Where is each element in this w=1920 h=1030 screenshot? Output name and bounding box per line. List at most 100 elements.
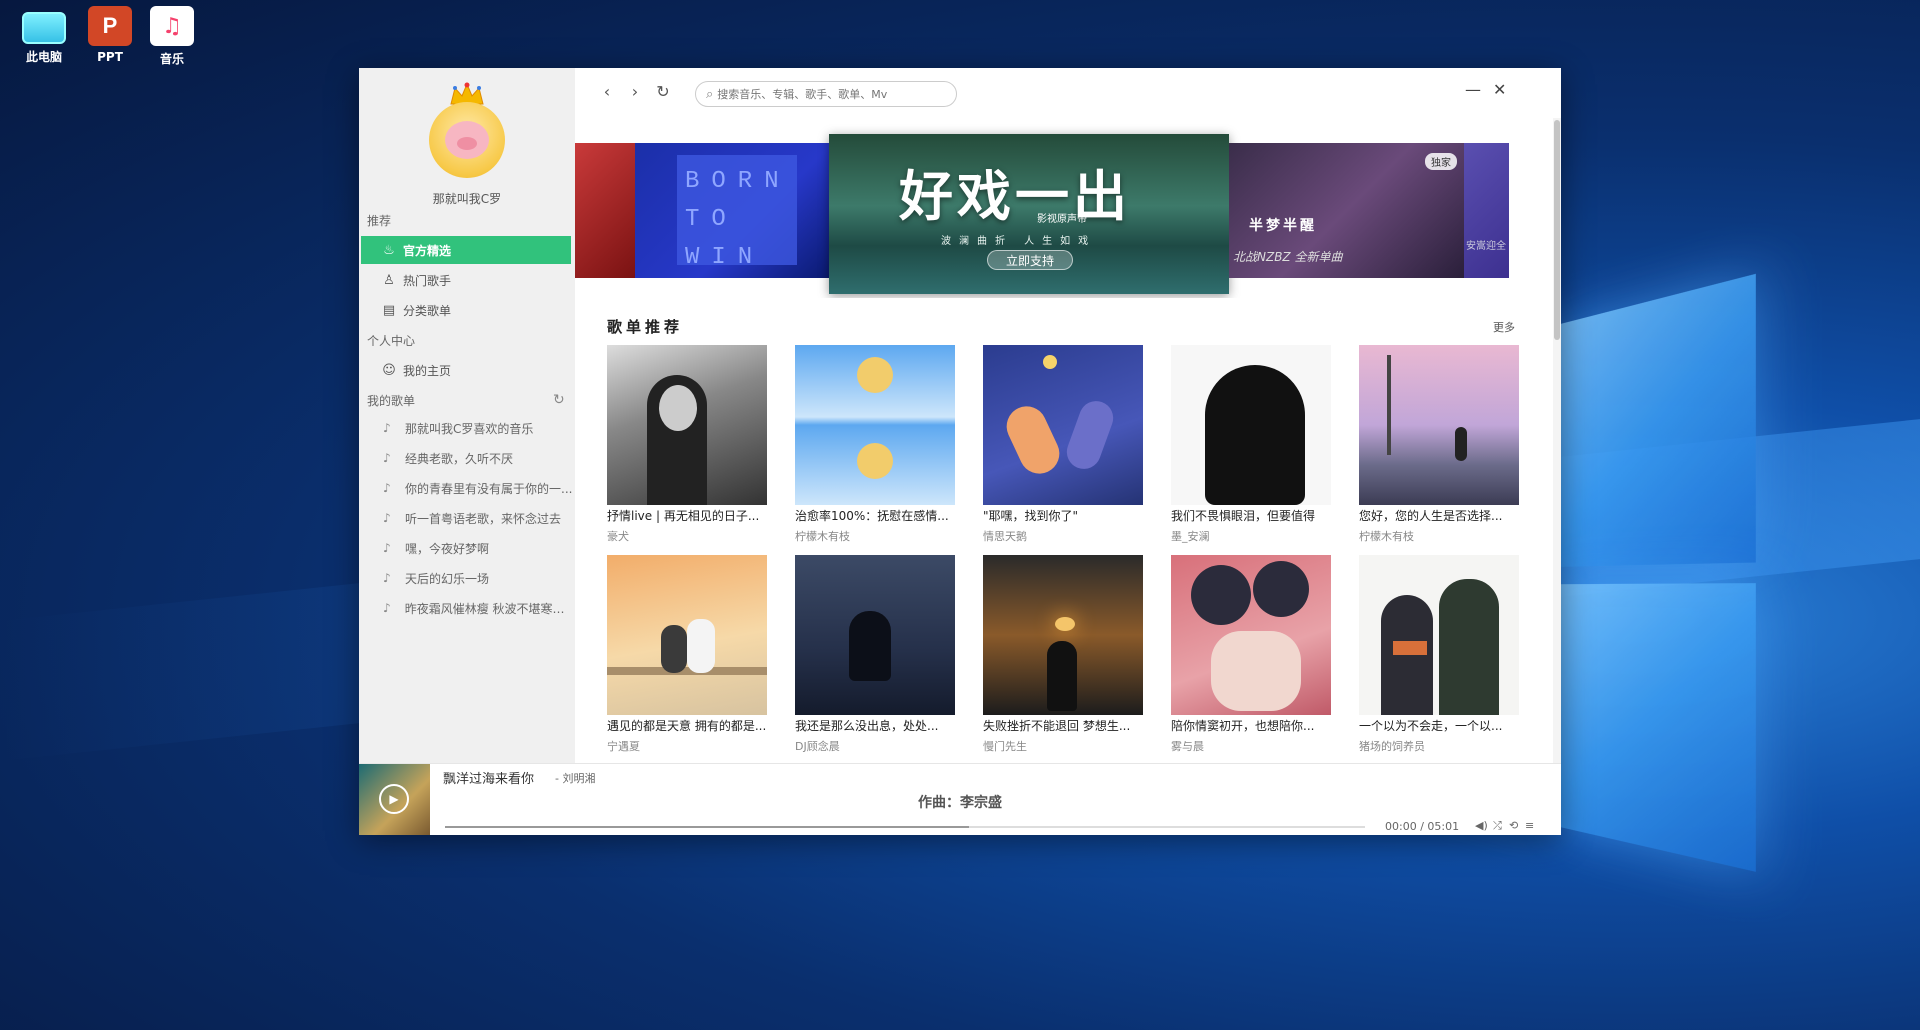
banner-slide[interactable]: 安嵩迎全: [1464, 143, 1509, 278]
playlist-cover[interactable]: [1171, 555, 1331, 715]
playlist-cover[interactable]: [983, 555, 1143, 715]
banner-carousel[interactable]: BORN TO WIN 好戏一出 影视原声带 波澜曲折 人生如戏 立即支持 半梦…: [575, 118, 1545, 298]
playlist-author[interactable]: 慢门先生: [983, 738, 1143, 754]
playlist-card[interactable]: 治愈率100%：抚慰在感情... 柠檬木有枝: [795, 345, 955, 544]
playlist-queue-button[interactable]: ≡: [1525, 819, 1534, 832]
playlist-card[interactable]: 陪你情窦初开，也想陪你... 雾与晨: [1171, 555, 1331, 754]
back-button[interactable]: ‹: [597, 82, 617, 101]
playlist-card[interactable]: 我还是那么没出息，处处... DJ顾念晨: [795, 555, 955, 754]
playlist-cover[interactable]: [1359, 555, 1519, 715]
chevron-right-icon: ›: [631, 82, 639, 101]
playlist-author[interactable]: 雾与晨: [1171, 738, 1331, 754]
scroll-thumb[interactable]: [1554, 120, 1560, 340]
refresh-playlists-icon[interactable]: ↻: [553, 392, 565, 408]
playlist-cover[interactable]: [607, 555, 767, 715]
music-note-icon: ♪: [383, 481, 391, 495]
playlist-cover[interactable]: [1359, 345, 1519, 505]
user-name[interactable]: 那就叫我C罗: [359, 190, 575, 207]
playlist-title[interactable]: 一个以为不会走，一个以...: [1359, 717, 1519, 734]
music-app-window: 那就叫我C罗 推荐 ♨ 官方精选 ♙ 热门歌手 ▤ 分类歌单 个人中心 ☺ 我的…: [359, 68, 1561, 835]
playlist-title[interactable]: 遇见的都是天意 拥有的都是...: [607, 717, 767, 734]
banner-slide-main[interactable]: 好戏一出 影视原声带 波澜曲折 人生如戏 立即支持: [829, 134, 1229, 294]
forward-button[interactable]: ›: [625, 82, 645, 101]
reload-button[interactable]: ↻: [653, 82, 673, 101]
playlist-title[interactable]: 陪你情窦初开，也想陪你...: [1171, 717, 1331, 734]
music-note-icon: ♪: [383, 541, 391, 555]
playlist-author[interactable]: 情思天鹅: [983, 528, 1143, 544]
now-playing-title[interactable]: 飘洋过海来看你: [443, 768, 534, 787]
playlist-author[interactable]: 宁遇夏: [607, 738, 767, 754]
nav-item-my-homepage[interactable]: ☺ 我的主页: [361, 356, 571, 384]
playlist-author[interactable]: 猪场的饲养员: [1359, 738, 1519, 754]
section-label-my-playlists: 我的歌单: [367, 394, 416, 408]
section-label-recommend: 推荐: [367, 214, 392, 228]
banner-slide[interactable]: [575, 143, 635, 278]
sidebar-playlist-item[interactable]: ♪ 你的青春里有没有属于你的一...: [361, 476, 573, 500]
playlist-title[interactable]: 我们不畏惧眼泪，但要值得: [1171, 507, 1331, 524]
playlist-title[interactable]: 我还是那么没出息，处处...: [795, 717, 955, 734]
playlist-card[interactable]: 失败挫折不能退回 梦想生... 慢门先生: [983, 555, 1143, 754]
desktop-icon-label: PPT: [97, 50, 123, 64]
playlist-cover[interactable]: [795, 345, 955, 505]
scrollbar[interactable]: [1553, 118, 1561, 763]
chevron-left-icon: ‹: [603, 82, 611, 101]
now-playing-artist[interactable]: - 刘明湘: [555, 770, 595, 786]
computer-icon: [22, 12, 66, 44]
exclusive-badge: 独家: [1425, 153, 1457, 170]
list-icon: ≡: [1525, 819, 1535, 832]
playlist-cover[interactable]: [983, 345, 1143, 505]
music-note-icon: ♪: [383, 511, 391, 525]
sidebar-playlist-item[interactable]: ♪ 嘿，今夜好梦啊: [361, 536, 573, 560]
avatar[interactable]: [429, 82, 505, 182]
sidebar-playlist-item[interactable]: ♪ 那就叫我C罗喜欢的音乐: [361, 416, 573, 440]
banner-support-button[interactable]: 立即支持: [987, 250, 1073, 270]
search-box[interactable]: ⌕: [695, 81, 957, 107]
playlist-title[interactable]: 您好，您的人生是否选择...: [1359, 507, 1519, 524]
playlist-title[interactable]: "耶嘿，找到你了": [983, 507, 1143, 524]
banner-tag: 影视原声带: [1037, 214, 1087, 225]
desktop-icon-music[interactable]: ♫ 音乐: [140, 6, 204, 67]
playlist-author[interactable]: 豪犬: [607, 528, 767, 544]
playlist-cover[interactable]: [795, 555, 955, 715]
nav-item-hot-singers[interactable]: ♙ 热门歌手: [361, 266, 571, 294]
playlist-author[interactable]: 墨_安澜: [1171, 528, 1331, 544]
desktop-icon-computer[interactable]: 此电脑: [12, 6, 76, 65]
search-input[interactable]: [717, 87, 938, 101]
music-note-icon: ♪: [383, 601, 391, 615]
banner-slide[interactable]: 半梦半醒 北战NZBZ 全新单曲 独家: [1229, 143, 1464, 278]
playlist-card[interactable]: 抒情live | 再无相见的日子... 豪犬: [607, 345, 767, 544]
sidebar-playlist-item[interactable]: ♪ 天后的幻乐一场: [361, 566, 573, 590]
playlist-title[interactable]: 治愈率100%：抚慰在感情...: [795, 507, 955, 524]
banner-subtitle: 波澜曲折 人生如戏: [941, 236, 1097, 247]
nav-item-label: 官方精选: [403, 243, 452, 258]
playlist-author[interactable]: 柠檬木有枝: [795, 528, 955, 544]
playlist-card[interactable]: 遇见的都是天意 拥有的都是... 宁遇夏: [607, 555, 767, 754]
volume-button[interactable]: ◀): [1475, 819, 1488, 832]
pig-avatar-icon: [445, 121, 489, 159]
nav-item-category-playlists[interactable]: ▤ 分类歌单: [361, 296, 571, 324]
progress-bar[interactable]: [445, 826, 1365, 828]
playlist-author[interactable]: DJ顾念晨: [795, 738, 955, 754]
desktop-icon-ppt[interactable]: P PPT: [78, 6, 142, 64]
nav-item-official-picks[interactable]: ♨ 官方精选: [361, 236, 571, 264]
shuffle-button[interactable]: ⤮: [1493, 819, 1502, 833]
playlist-title[interactable]: 抒情live | 再无相见的日子...: [607, 507, 767, 524]
playlist-title[interactable]: 失败挫折不能退回 梦想生...: [983, 717, 1143, 734]
playlist-card[interactable]: 我们不畏惧眼泪，但要值得 墨_安澜: [1171, 345, 1331, 544]
sidebar-playlist-item[interactable]: ♪ 听一首粤语老歌，来怀念过去: [361, 506, 573, 530]
more-link[interactable]: 更多: [1493, 319, 1515, 335]
nav-item-label: 热门歌手: [403, 273, 452, 288]
minimize-button[interactable]: —: [1465, 80, 1481, 99]
sidebar-playlist-item[interactable]: ♪ 昨夜霜风催林瘦 秋波不堪寒梧冷: [361, 596, 573, 620]
close-button[interactable]: ✕: [1493, 80, 1506, 99]
playlist-card[interactable]: 一个以为不会走，一个以... 猪场的饲养员: [1359, 555, 1519, 754]
playlist-cover[interactable]: [607, 345, 767, 505]
playlist-author[interactable]: 柠檬木有枝: [1359, 528, 1519, 544]
playlist-card[interactable]: 您好，您的人生是否选择... 柠檬木有枝: [1359, 345, 1519, 544]
playlist-card[interactable]: "耶嘿，找到你了" 情思天鹅: [983, 345, 1143, 544]
sidebar-playlist-item[interactable]: ♪ 经典老歌，久听不厌: [361, 446, 573, 470]
repeat-button[interactable]: ⟲: [1509, 819, 1518, 832]
music-note-icon: ♪: [383, 451, 391, 465]
banner-slide[interactable]: BORN TO WIN: [635, 143, 830, 278]
playlist-cover[interactable]: [1171, 345, 1331, 505]
